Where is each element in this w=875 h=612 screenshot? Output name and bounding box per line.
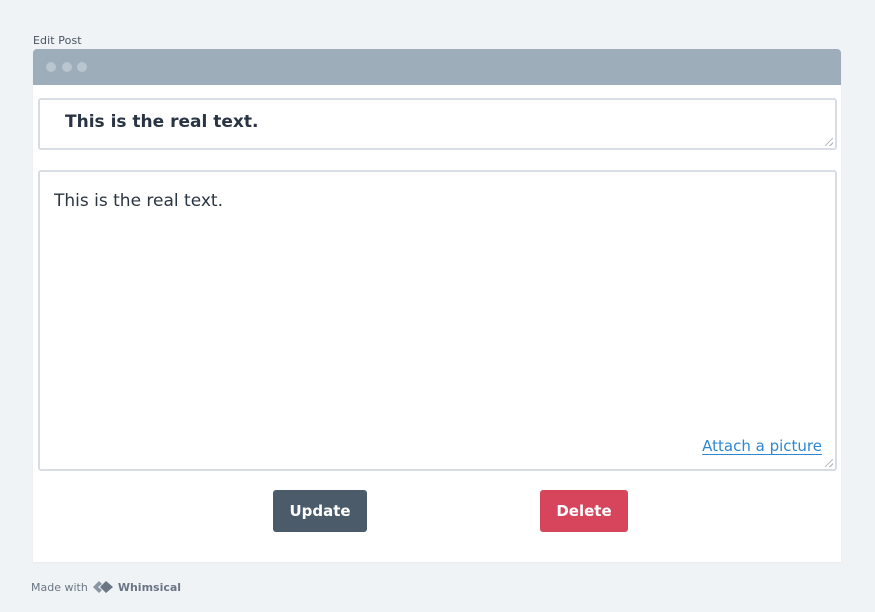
post-body-field[interactable]: This is the real text. Attach a picture [38,170,837,471]
edit-post-window: This is the real text. This is the real … [33,49,841,562]
made-with-footer[interactable]: Made with Whimsical [31,580,181,594]
post-title-field[interactable]: This is the real text. [38,98,837,150]
post-body-value: This is the real text. [54,191,224,211]
resize-grip-icon[interactable] [825,459,833,467]
frame-label: Edit Post [33,34,82,47]
update-button[interactable]: Update [273,490,367,532]
window-dot-icon [77,62,87,72]
attach-picture-link[interactable]: Attach a picture [702,437,822,455]
window-titlebar [33,49,841,85]
made-with-text: Made with [31,580,88,594]
whimsical-brand-text: Whimsical [117,580,182,594]
delete-button[interactable]: Delete [540,490,628,532]
window-dot-icon [46,62,56,72]
resize-grip-icon[interactable] [825,138,833,146]
window-dot-icon [62,62,72,72]
post-title-value: This is the real text. [65,112,259,132]
whimsical-logo-icon [92,580,114,594]
